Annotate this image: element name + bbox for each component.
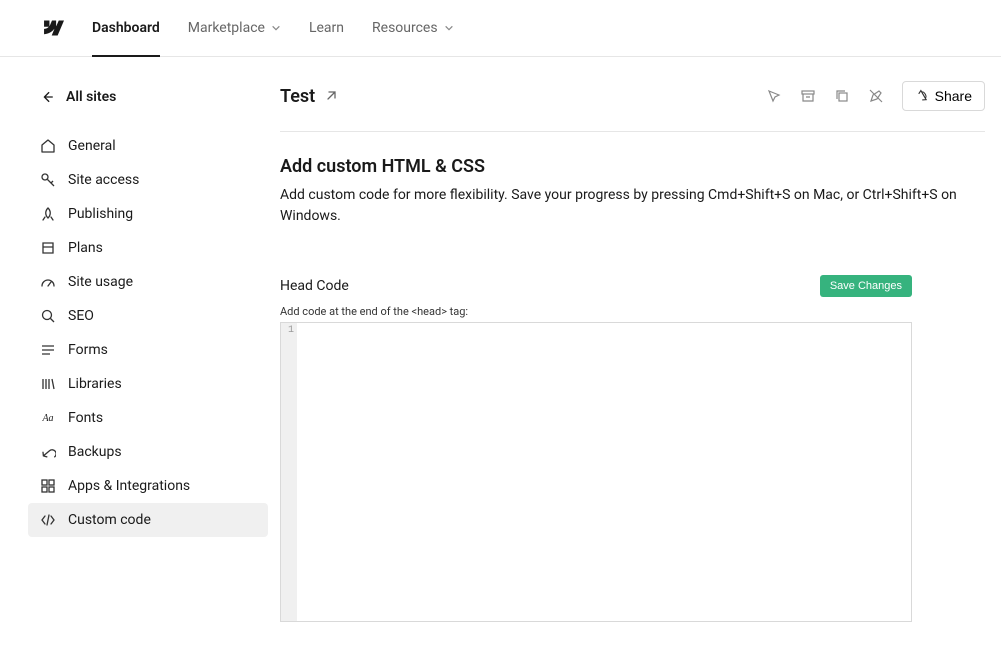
section-description: Add custom code for more flexibility. Sa… bbox=[280, 185, 980, 227]
sidebar-item-label: Site usage bbox=[68, 274, 133, 290]
library-icon bbox=[40, 376, 56, 392]
back-label: All sites bbox=[66, 89, 116, 105]
sidebar-item-label: Plans bbox=[68, 240, 103, 256]
line-number: 1 bbox=[288, 325, 294, 336]
share-icon bbox=[915, 89, 929, 103]
undo-icon bbox=[40, 444, 56, 460]
chevron-down-icon bbox=[271, 23, 281, 33]
sidebar-item-label: Forms bbox=[68, 342, 108, 358]
code-editor-container: 1 bbox=[280, 322, 912, 622]
nav-label: Learn bbox=[309, 20, 344, 36]
search-icon bbox=[40, 308, 56, 324]
site-header: Test Share bbox=[280, 81, 985, 132]
arrow-left-icon bbox=[40, 90, 54, 104]
sidebar-item-custom-code[interactable]: Custom code bbox=[28, 503, 268, 537]
sidebar: All sites General Site access Publishing… bbox=[0, 57, 280, 646]
pen-off-icon[interactable] bbox=[868, 88, 884, 104]
sidebar-item-fonts[interactable]: Aa Fonts bbox=[28, 401, 268, 435]
nav-label: Marketplace bbox=[188, 20, 265, 36]
sidebar-item-publishing[interactable]: Publishing bbox=[28, 197, 268, 231]
nav-label: Dashboard bbox=[92, 20, 160, 36]
editor-gutter: 1 bbox=[281, 323, 297, 621]
rocket-icon bbox=[40, 206, 56, 222]
sidebar-item-label: Fonts bbox=[68, 410, 103, 426]
webflow-logo[interactable] bbox=[40, 20, 64, 36]
sidebar-item-label: Libraries bbox=[68, 376, 122, 392]
nav-marketplace[interactable]: Marketplace bbox=[188, 0, 281, 57]
sidebar-item-site-access[interactable]: Site access bbox=[28, 163, 268, 197]
home-icon bbox=[40, 138, 56, 154]
sidebar-item-label: Apps & Integrations bbox=[68, 478, 190, 494]
sidebar-item-plans[interactable]: Plans bbox=[28, 231, 268, 265]
plans-icon bbox=[40, 240, 56, 256]
sidebar-item-label: Backups bbox=[68, 444, 122, 460]
sidebar-item-seo[interactable]: SEO bbox=[28, 299, 268, 333]
sidebar-item-general[interactable]: General bbox=[28, 129, 268, 163]
sidebar-item-forms[interactable]: Forms bbox=[28, 333, 268, 367]
save-changes-button[interactable]: Save Changes bbox=[820, 275, 912, 297]
share-label: Share bbox=[935, 88, 972, 104]
chevron-down-icon bbox=[444, 23, 454, 33]
sidebar-item-libraries[interactable]: Libraries bbox=[28, 367, 268, 401]
sidebar-item-label: Custom code bbox=[68, 512, 151, 528]
sidebar-item-label: General bbox=[68, 138, 116, 154]
code-icon bbox=[40, 512, 56, 528]
sidebar-item-label: Site access bbox=[68, 172, 139, 188]
archive-icon[interactable] bbox=[800, 88, 816, 104]
lines-icon bbox=[40, 342, 56, 358]
cursor-icon[interactable] bbox=[766, 88, 782, 104]
sidebar-item-label: Publishing bbox=[68, 206, 133, 222]
sidebar-item-site-usage[interactable]: Site usage bbox=[28, 265, 268, 299]
sidebar-item-label: SEO bbox=[68, 308, 94, 324]
section-title: Add custom HTML & CSS bbox=[280, 156, 985, 177]
share-button[interactable]: Share bbox=[902, 81, 985, 111]
back-all-sites[interactable]: All sites bbox=[28, 81, 268, 113]
nav-label: Resources bbox=[372, 20, 438, 36]
sidebar-item-apps[interactable]: Apps & Integrations bbox=[28, 469, 268, 503]
key-icon bbox=[40, 172, 56, 188]
sidebar-item-backups[interactable]: Backups bbox=[28, 435, 268, 469]
nav-resources[interactable]: Resources bbox=[372, 0, 454, 57]
head-code-title: Head Code bbox=[280, 278, 349, 294]
head-code-label: Add code at the end of the <head> tag: bbox=[280, 305, 985, 318]
top-nav: Dashboard Marketplace Learn Resources bbox=[0, 0, 1001, 57]
main-content: Test Share Add custom HTML & CSS Add cus… bbox=[280, 57, 1001, 646]
copy-icon[interactable] bbox=[834, 88, 850, 104]
nav-learn[interactable]: Learn bbox=[309, 0, 344, 57]
fonts-icon: Aa bbox=[40, 410, 56, 426]
site-name: Test bbox=[280, 86, 315, 107]
nav-dashboard[interactable]: Dashboard bbox=[92, 0, 160, 57]
head-code-editor[interactable] bbox=[297, 323, 911, 621]
grid-icon bbox=[40, 478, 56, 494]
external-link-icon[interactable] bbox=[325, 90, 337, 102]
gauge-icon bbox=[40, 274, 56, 290]
